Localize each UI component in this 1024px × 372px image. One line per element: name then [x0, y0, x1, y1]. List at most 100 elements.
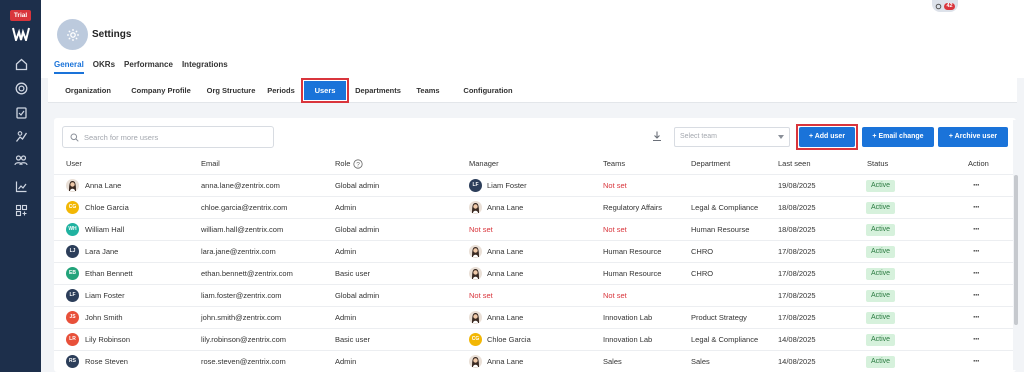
subtab-configuration[interactable]: Configuration [460, 78, 516, 103]
table-row[interactable]: JS John Smith john.smith@zentrix.com Admin A… [54, 306, 1016, 328]
table-header: User Email Role ? Manager Teams Departme… [54, 154, 1016, 174]
notification-count: 42 [944, 2, 955, 10]
top-tabs: General OKRs Performance Integrations [54, 60, 228, 74]
user-role: Global admin [335, 225, 380, 234]
subtab-org-structure[interactable]: Org Structure [200, 78, 262, 103]
user-avatar: EB [66, 267, 79, 280]
table-row[interactable]: Anna Lane anna.lane@zentrix.com Global adm… [54, 174, 1016, 196]
user-name[interactable]: William Hall [85, 219, 124, 241]
user-name[interactable]: Anna Lane [85, 175, 121, 197]
manager-avatar: LF [469, 179, 482, 192]
manager-avatar [469, 201, 482, 214]
status-badge: Active [866, 334, 896, 346]
row-action-menu[interactable]: ··· [973, 329, 980, 349]
email-change-button[interactable]: + Email change [862, 127, 934, 147]
header-action: Action [968, 159, 989, 168]
user-email: rose.steven@zentrix.com [201, 357, 286, 366]
row-action-menu[interactable]: ··· [973, 241, 980, 261]
table-row[interactable]: LR Lily Robinson lily.robinson@zentrix.com… [54, 328, 1016, 350]
table-row[interactable]: WH William Hall william.hall@zentrix.com Gl… [54, 218, 1016, 240]
user-department: Sales [691, 357, 710, 366]
user-role: Basic user [335, 269, 371, 278]
user-teams: Human Resource [603, 247, 662, 256]
help-icon[interactable]: ? [353, 159, 363, 169]
user-name[interactable]: Lara Jane [85, 241, 118, 263]
manager-name: Not set [469, 225, 493, 234]
subtab-periods[interactable]: Periods [266, 78, 296, 103]
notification-button[interactable]: 42 [932, 0, 958, 12]
subtab-departments[interactable]: Departments [352, 78, 404, 103]
select-team-placeholder: Select team [680, 133, 717, 140]
subtab-users-label: Users [303, 80, 347, 101]
user-last-seen: 19/08/2025 [778, 181, 816, 190]
scrollbar-thumb[interactable] [1014, 175, 1018, 325]
settings-subtabs: Organization Company Profile Org Structu… [48, 78, 1017, 103]
row-action-menu[interactable]: ··· [973, 197, 980, 217]
subtab-users[interactable]: Users [301, 78, 349, 103]
tab-okrs[interactable]: OKRs [93, 60, 115, 74]
user-avatar: LR [66, 333, 79, 346]
download-icon[interactable] [651, 130, 663, 142]
clipboard-icon[interactable] [13, 104, 29, 120]
row-action-menu[interactable]: ··· [973, 307, 980, 327]
user-email: lily.robinson@zentrix.com [201, 335, 287, 344]
status-badge: Active [866, 268, 896, 280]
settings-small-icon [936, 3, 942, 9]
status-badge: Active [866, 224, 896, 236]
home-icon[interactable] [13, 56, 29, 72]
team-icon[interactable] [13, 152, 29, 168]
user-teams: Not set [603, 181, 627, 190]
user-email: john.smith@zentrix.com [201, 313, 282, 322]
user-teams: Not set [603, 225, 627, 234]
search-box[interactable] [62, 126, 274, 148]
select-team-dropdown[interactable]: Select team [674, 127, 790, 147]
manager-avatar [469, 245, 482, 258]
user-department: Product Strategy [691, 313, 747, 322]
user-name[interactable]: Lily Robinson [85, 329, 130, 351]
header-department: Department [691, 159, 731, 168]
users-card: Select team + Add user + Email change + … [54, 118, 1016, 372]
user-last-seen: 17/08/2025 [778, 313, 816, 322]
subtab-teams[interactable]: Teams [413, 78, 443, 103]
user-name[interactable]: Chloe Garcia [85, 197, 129, 219]
status-badge: Active [866, 246, 896, 258]
user-name[interactable]: John Smith [85, 307, 123, 329]
tab-general[interactable]: General [54, 60, 84, 74]
user-email: lara.jane@zentrix.com [201, 247, 276, 256]
subtab-company-profile[interactable]: Company Profile [126, 78, 196, 103]
row-action-menu[interactable]: ··· [973, 219, 980, 239]
table-row[interactable]: LF Liam Foster liam.foster@zentrix.com Glob… [54, 284, 1016, 306]
search-input[interactable] [84, 132, 264, 142]
table-row[interactable]: CG Chloe Garcia chloe.garcia@zentrix.com Ad… [54, 196, 1016, 218]
user-name[interactable]: Liam Foster [85, 285, 125, 307]
row-action-menu[interactable]: ··· [973, 285, 980, 305]
manager-name: Anna Lane [487, 247, 524, 256]
header-teams: Teams [603, 159, 626, 168]
user-name[interactable]: Ethan Bennett [85, 263, 133, 285]
table-row[interactable]: LJ Lara Jane lara.jane@zentrix.com Admin Ann… [54, 240, 1016, 262]
subtab-organization[interactable]: Organization [58, 78, 118, 103]
tab-integrations[interactable]: Integrations [182, 60, 228, 74]
tab-performance[interactable]: Performance [124, 60, 173, 74]
row-action-menu[interactable]: ··· [973, 175, 980, 195]
logo-icon[interactable] [12, 27, 30, 41]
user-role: Admin [335, 247, 357, 256]
user-name[interactable]: Rose Steven [85, 351, 128, 372]
table-row[interactable]: EB Ethan Bennett ethan.bennett@zentrix.com… [54, 262, 1016, 284]
archive-user-button[interactable]: + Archive user [938, 127, 1008, 147]
user-email: ethan.bennett@zentrix.com [201, 269, 293, 278]
row-action-menu[interactable]: ··· [973, 263, 980, 283]
analytics-icon[interactable] [13, 128, 29, 144]
chevron-down-icon [778, 135, 784, 139]
user-teams: Regulatory Affairs [603, 203, 663, 212]
grid-plus-icon[interactable] [13, 202, 29, 218]
add-user-button[interactable]: + Add user [799, 127, 855, 147]
page-title: Settings [92, 29, 132, 40]
settings-avatar [57, 19, 88, 50]
target-icon[interactable] [13, 80, 29, 96]
table-row[interactable]: RS Rose Steven rose.steven@zentrix.com Admi… [54, 350, 1016, 372]
status-badge: Active [866, 180, 896, 192]
trend-icon[interactable] [13, 178, 29, 194]
row-action-menu[interactable]: ··· [973, 351, 980, 371]
user-avatar: JS [66, 311, 79, 324]
